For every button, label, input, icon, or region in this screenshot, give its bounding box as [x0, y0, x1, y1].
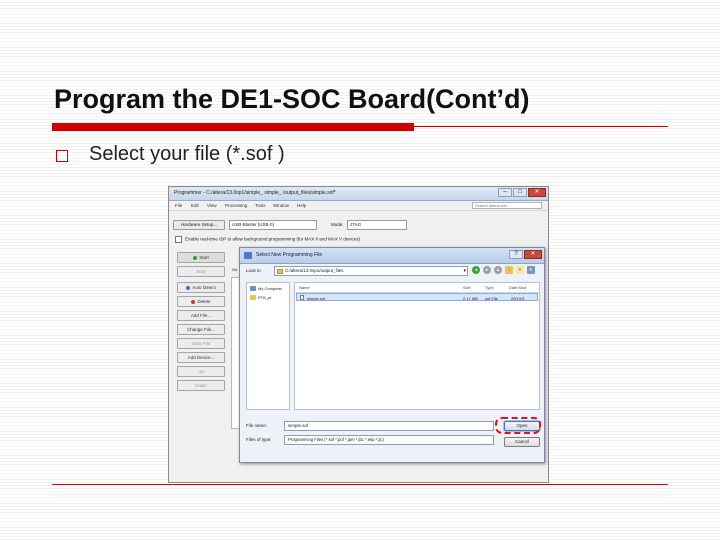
forward-arrow-icon[interactable]: ▸ — [483, 266, 491, 274]
programmer-menubar: File Edit View Processing Tools Window H… — [169, 201, 548, 211]
nav-toolbar: ◂ ▸ ▴ ↑ + ≡ — [472, 266, 535, 274]
bullet-text: Select your file (*.sof ) — [89, 143, 285, 165]
folder-icon — [250, 295, 256, 301]
up-button[interactable]: Up — [177, 366, 225, 377]
enable-isp-label: Enable real-time ISP to allow background… — [185, 236, 360, 242]
save-file-button[interactable]: Save File — [177, 338, 225, 349]
hardware-setup-button[interactable]: Hardware Setup... — [173, 220, 225, 230]
menu-view[interactable]: View — [207, 203, 217, 208]
dialog-title: Select New Programming File — [256, 252, 323, 258]
dialog-window-controls: ? ✕ — [509, 250, 542, 259]
menu-processing[interactable]: Processing — [225, 203, 247, 208]
programmer-titlebar: Programmer - C:/altera/13.0sp1/simple_ s… — [169, 187, 548, 201]
menu-edit[interactable]: Edit — [191, 203, 199, 208]
file-row[interactable]: simple.sof 2.17 MB sof File 20/10/3 — [296, 293, 538, 301]
back-arrow-icon[interactable]: ◂ — [472, 266, 480, 274]
computer-icon — [250, 286, 256, 292]
cancel-button[interactable]: Cancel — [504, 437, 540, 447]
help-button[interactable]: ? — [509, 250, 523, 259]
look-in-row: Look in: C:/altera/13.0sp1/output_files … — [244, 266, 540, 277]
add-file-button[interactable]: Add File... — [177, 310, 225, 321]
enable-isp-row[interactable]: Enable real-time ISP to allow background… — [175, 236, 360, 243]
down-button[interactable]: Down — [177, 380, 225, 391]
delete-button[interactable]: Delete — [177, 296, 225, 307]
look-in-value: C:/altera/13.0sp1/output_files — [285, 268, 344, 273]
menu-window[interactable]: Window — [273, 203, 289, 208]
col-size[interactable]: Size — [463, 285, 471, 290]
file-icon — [300, 295, 304, 300]
place-user-folder[interactable]: PTB_pt — [250, 295, 271, 301]
file-name: simple.sof — [307, 296, 326, 301]
list-view-icon[interactable]: ≡ — [527, 266, 535, 274]
col-name[interactable]: Name — [299, 285, 310, 290]
hardware-row: Hardware Setup... USB-Blaster [USB-0] Mo… — [173, 220, 543, 231]
col-type[interactable]: Type — [485, 285, 494, 290]
file-type-select[interactable]: Programming Files (*.sof *.pof *.jam *.j… — [284, 435, 494, 445]
stop-button[interactable]: Stop — [177, 266, 225, 277]
file-list: Name Size Type Date Mod simple.sof 2.17 … — [294, 282, 541, 410]
col-date[interactable]: Date Mod — [509, 285, 526, 290]
slide-title: Program the DE1-SOC Board(Cont’d) — [54, 84, 530, 114]
file-list-header: Name Size Type Date Mod — [295, 283, 541, 293]
minimize-button[interactable]: – — [498, 188, 512, 197]
enable-isp-checkbox[interactable] — [175, 236, 182, 243]
file-type: sof File — [485, 296, 498, 301]
add-device-button[interactable]: Add Device... — [177, 352, 225, 363]
menu-file[interactable]: File — [175, 203, 182, 208]
partial-tab-label: ou — [232, 267, 238, 272]
folder-icon — [277, 269, 283, 274]
dialog-titlebar: Select New Programming File ? ✕ — [240, 248, 544, 264]
window-controls: – □ ✕ — [498, 188, 546, 197]
new-folder-icon[interactable]: + — [516, 266, 524, 274]
title-underline-line — [414, 126, 668, 127]
places-sidebar: My Computer PTB_pt — [246, 282, 290, 410]
look-in-label: Look in: — [246, 268, 262, 273]
bullet-square-icon — [56, 150, 68, 162]
file-size: 2.17 MB — [463, 296, 478, 301]
file-type-label: Files of type: — [246, 437, 272, 442]
look-in-combo[interactable]: C:/altera/13.0sp1/output_files ▾ — [274, 266, 468, 276]
file-date: 20/10/3 — [511, 296, 525, 301]
open-highlight-ring — [495, 417, 541, 434]
title-underline-bar — [52, 123, 414, 131]
programmer-title: Programmer - C:/altera/13.0sp1/simple_ s… — [174, 190, 336, 196]
mode-select[interactable]: JTAG — [347, 220, 407, 230]
mode-label: Mode: — [331, 222, 344, 227]
select-file-dialog: Select New Programming File ? ✕ Look in:… — [239, 247, 545, 463]
up-arrow-icon[interactable]: ▴ — [494, 266, 502, 274]
file-type-row: Files of type: Programming Files (*.sof … — [244, 435, 540, 446]
file-name-input[interactable]: simple.sof — [284, 421, 494, 431]
start-button[interactable]: Start — [177, 252, 225, 263]
dialog-close-button[interactable]: ✕ — [524, 250, 542, 259]
change-file-button[interactable]: Change File... — [177, 324, 225, 335]
maximize-button[interactable]: □ — [513, 188, 527, 197]
close-button[interactable]: ✕ — [528, 188, 546, 197]
menu-help[interactable]: Help — [297, 203, 306, 208]
parent-folder-icon[interactable]: ↑ — [505, 266, 513, 274]
bottom-rule — [52, 484, 668, 485]
file-name-label: File name: — [246, 423, 268, 428]
dialog-app-icon — [244, 252, 252, 259]
auto-detect-button[interactable]: Auto Detect — [177, 282, 225, 293]
programmer-side-buttons: Start Stop Auto Detect Delete Add File..… — [173, 249, 229, 474]
hardware-field: USB-Blaster [USB-0] — [229, 220, 317, 230]
menu-tools[interactable]: Tools — [255, 203, 266, 208]
place-my-computer[interactable]: My Computer — [250, 286, 282, 292]
chevron-down-icon[interactable]: ▾ — [463, 267, 466, 275]
search-input[interactable]: Search altera.com — [472, 202, 542, 209]
